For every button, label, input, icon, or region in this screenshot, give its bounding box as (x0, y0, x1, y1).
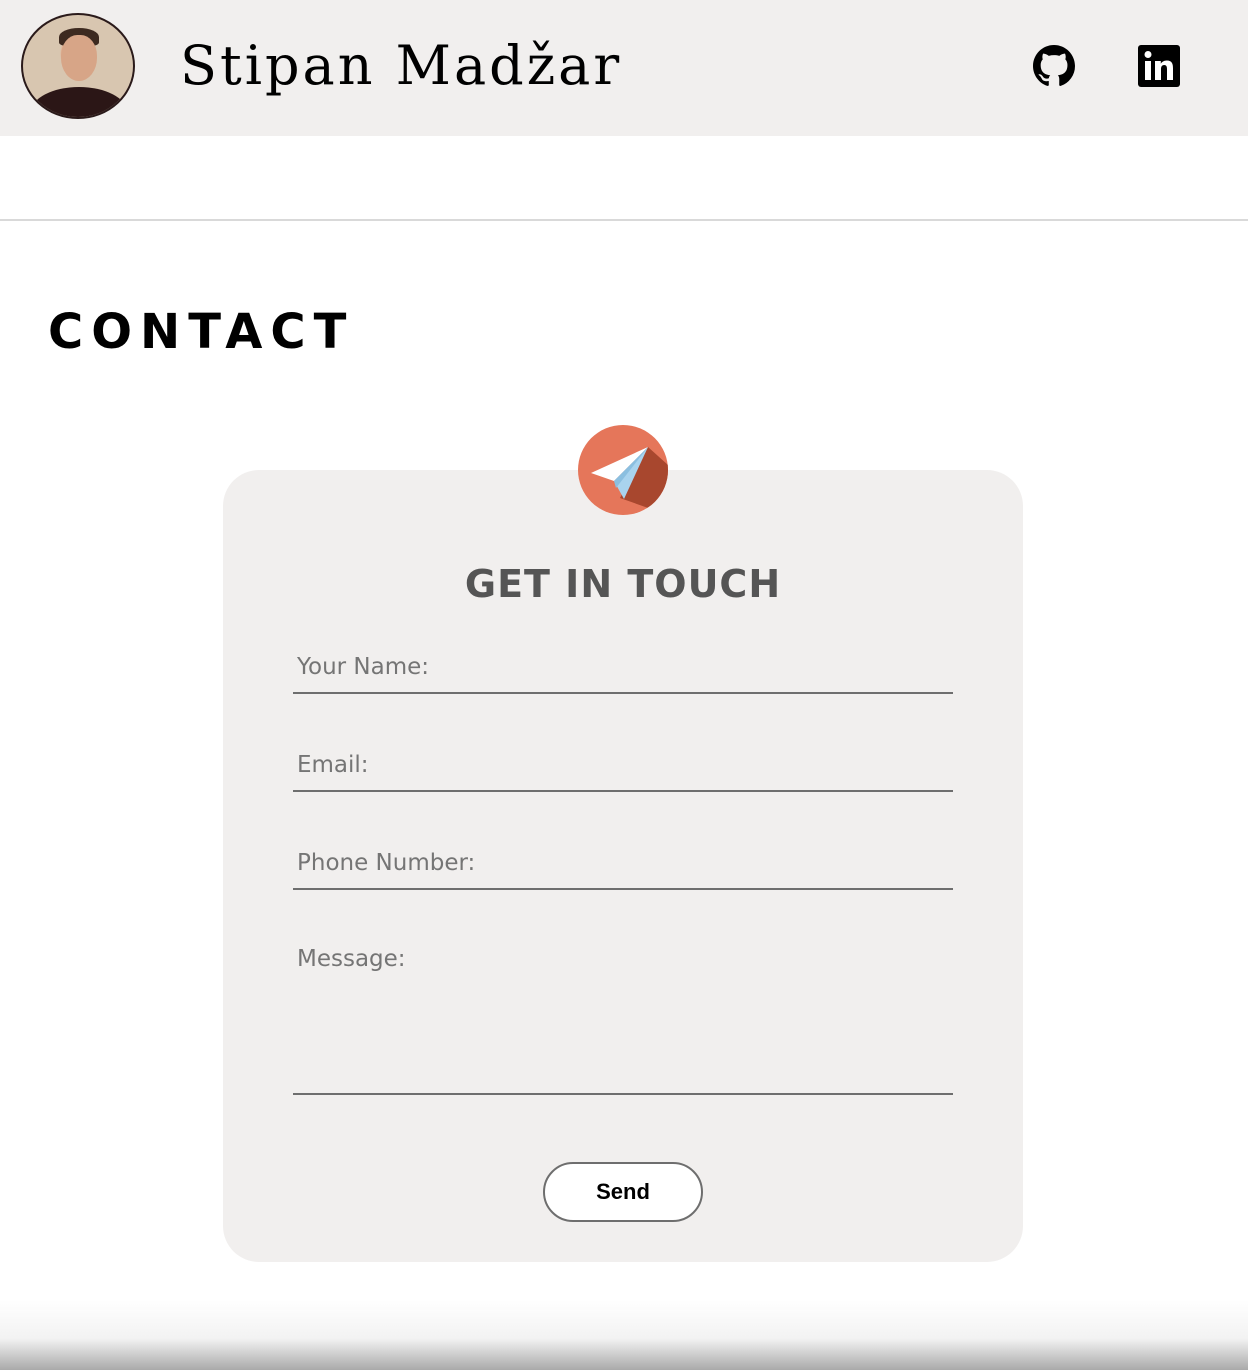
message-field[interactable] (293, 940, 953, 1095)
section-title: CONTACT (48, 304, 355, 360)
avatar[interactable] (21, 13, 135, 119)
linkedin-icon[interactable] (1138, 45, 1180, 87)
github-icon[interactable] (1033, 45, 1075, 87)
name-field[interactable] (293, 642, 953, 694)
paper-plane-icon (578, 425, 668, 515)
site-title[interactable]: Stipan Madžar (180, 30, 622, 102)
site-header: Stipan Madžar (0, 0, 1248, 136)
email-field[interactable] (293, 740, 953, 792)
send-button[interactable]: Send (543, 1162, 703, 1222)
bottom-shadow (0, 1300, 1248, 1370)
phone-field[interactable] (293, 838, 953, 890)
header-divider (0, 219, 1248, 221)
card-title: GET IN TOUCH (464, 562, 782, 606)
